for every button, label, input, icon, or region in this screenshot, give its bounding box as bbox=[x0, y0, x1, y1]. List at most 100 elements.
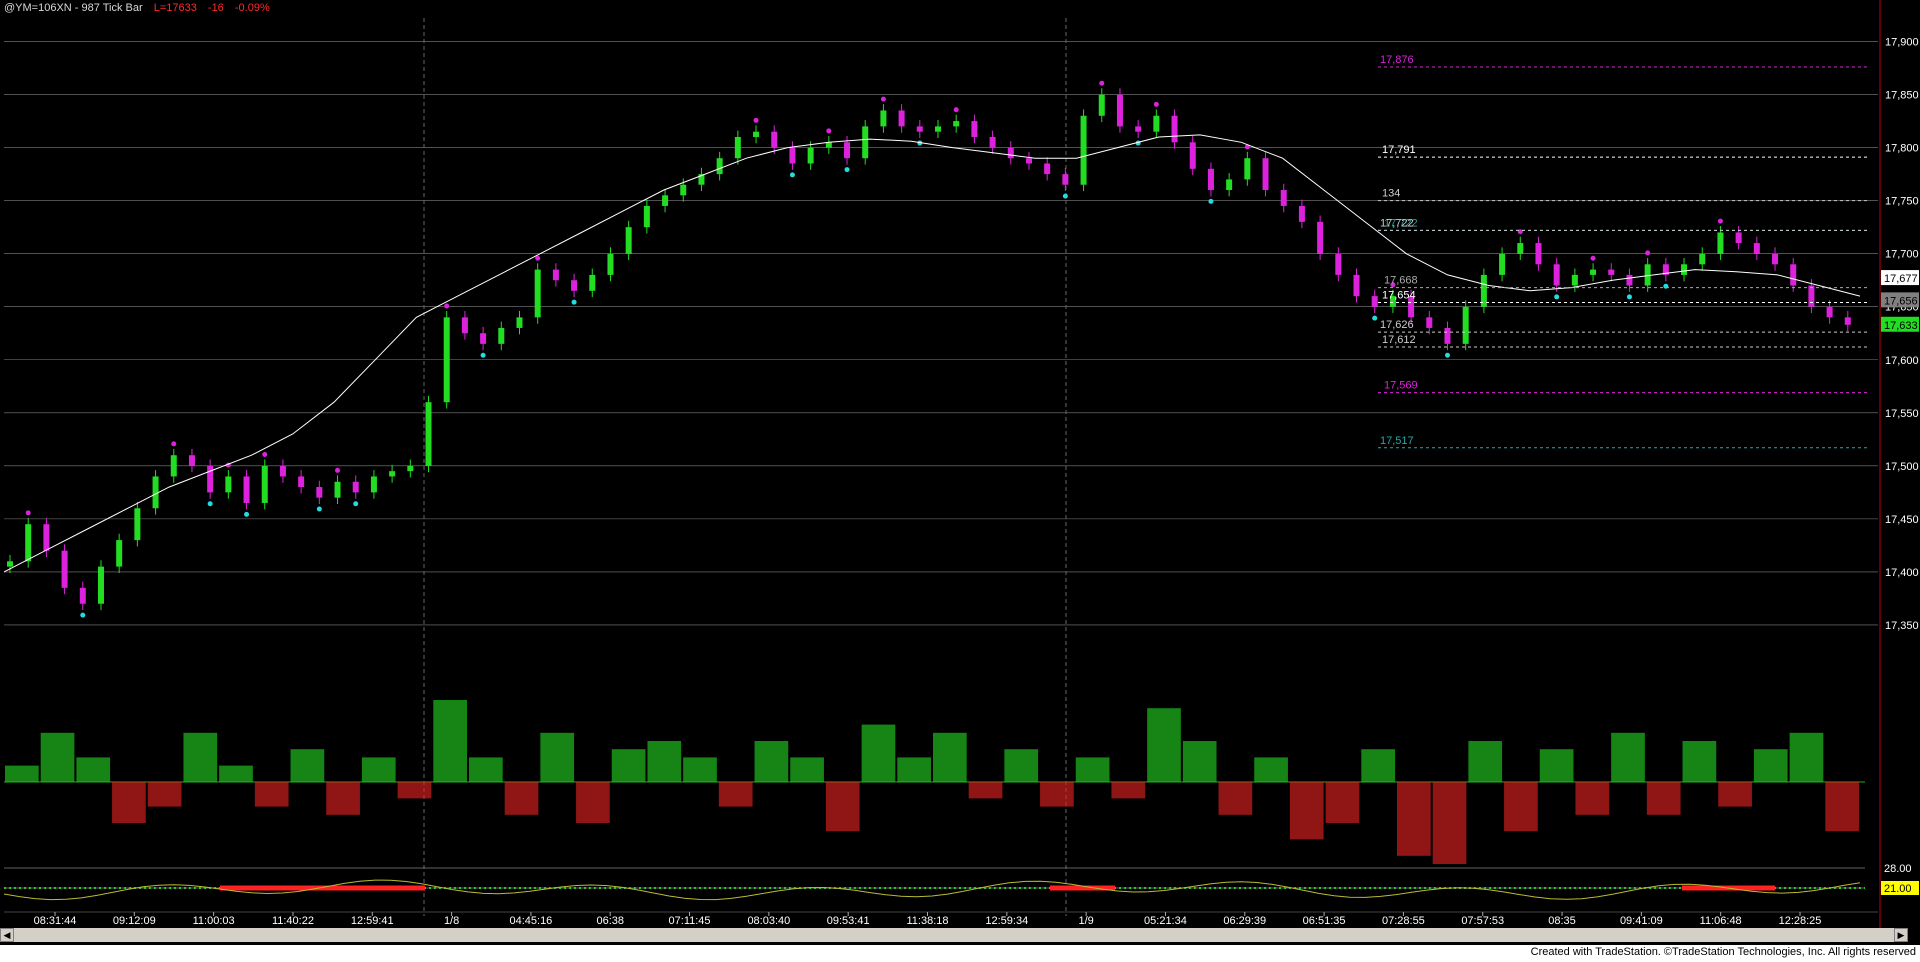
candle-69 bbox=[1262, 151, 1269, 197]
candle-81 bbox=[1480, 268, 1487, 314]
candle-79 bbox=[1444, 321, 1451, 351]
candle-body-30 bbox=[552, 269, 559, 281]
candle-body-14 bbox=[261, 465, 268, 503]
candle-body-72 bbox=[1317, 221, 1324, 254]
pivot-low-dot-17 bbox=[316, 506, 322, 512]
volume-bar-19 bbox=[683, 757, 717, 782]
candle-83 bbox=[1517, 236, 1524, 261]
candle-body-7 bbox=[134, 508, 141, 541]
candle-16 bbox=[298, 470, 305, 494]
y-tick-label-2: 17,800 bbox=[1885, 143, 1919, 155]
candle-66 bbox=[1207, 162, 1214, 197]
candle-46 bbox=[844, 135, 851, 165]
pivot-low-dot-19 bbox=[353, 501, 359, 507]
candle-34 bbox=[625, 220, 632, 261]
volume-bar-44 bbox=[1575, 782, 1610, 815]
triangle-right-icon[interactable]: ▶ bbox=[1894, 928, 1908, 942]
candle-5 bbox=[97, 560, 104, 611]
candle-61 bbox=[1116, 88, 1123, 133]
candle-body-97 bbox=[1772, 253, 1779, 265]
x-tick-label-19: 08:35 bbox=[1548, 915, 1576, 927]
candle-53 bbox=[971, 114, 978, 144]
volume-bar-41 bbox=[1468, 741, 1503, 782]
volume-bar-25 bbox=[897, 757, 931, 782]
candle-body-57 bbox=[1044, 163, 1051, 175]
volume-bar-51 bbox=[1825, 782, 1859, 832]
volume-bar-35 bbox=[1254, 757, 1288, 782]
volume-bar-13 bbox=[469, 757, 503, 782]
candle-body-101 bbox=[1844, 317, 1851, 325]
candle-86 bbox=[1571, 268, 1578, 292]
candle-36 bbox=[662, 188, 669, 213]
candle-body-63 bbox=[1153, 115, 1160, 132]
x-tick-label-4: 12:59:41 bbox=[351, 915, 394, 927]
volume-bar-4 bbox=[147, 782, 182, 807]
price-level-label-4: 17,654 bbox=[1382, 289, 1416, 301]
candle-96 bbox=[1753, 236, 1760, 261]
price-level-label-6: 17,626 bbox=[1380, 319, 1414, 331]
pivot-high-dot-52 bbox=[953, 107, 959, 113]
volume-bar-33 bbox=[1182, 741, 1217, 782]
candle-45 bbox=[825, 135, 832, 154]
candle-body-1 bbox=[25, 524, 32, 562]
volume-bar-15 bbox=[540, 732, 575, 782]
candle-body-64 bbox=[1171, 115, 1178, 143]
candle-48 bbox=[880, 104, 887, 133]
price-level-label-1: 17,791 bbox=[1382, 144, 1416, 156]
candle-17 bbox=[316, 480, 323, 505]
last-quote: L=17633 bbox=[153, 2, 197, 14]
candle-body-62 bbox=[1135, 126, 1142, 132]
net-change: -16 bbox=[207, 2, 224, 14]
candle-body-93 bbox=[1699, 253, 1706, 265]
price-chart[interactable]: 17,90017,85017,80017,75017,70017,65017,6… bbox=[0, 0, 1920, 962]
candle-body-65 bbox=[1189, 142, 1196, 169]
pivot-high-dot-1 bbox=[25, 510, 31, 516]
triangle-left-icon[interactable]: ◀ bbox=[0, 928, 14, 942]
candle-3 bbox=[61, 544, 68, 595]
y-tick-label-7: 17,550 bbox=[1885, 408, 1919, 420]
candle-body-86 bbox=[1571, 274, 1578, 286]
candle-39 bbox=[716, 151, 723, 181]
candle-body-46 bbox=[844, 142, 851, 159]
candle-body-56 bbox=[1025, 158, 1032, 164]
candle-body-100 bbox=[1826, 306, 1833, 318]
x-tick-label-9: 08:03:40 bbox=[747, 915, 790, 927]
candle-4 bbox=[79, 581, 86, 611]
candle-41 bbox=[753, 125, 760, 144]
volume-bar-49 bbox=[1753, 749, 1788, 782]
candle-body-53 bbox=[971, 121, 978, 137]
x-tick-label-8: 07:11:45 bbox=[669, 915, 711, 927]
volume-bar-23 bbox=[825, 782, 860, 832]
volume-bar-9 bbox=[326, 782, 360, 815]
pivot-low-dot-79 bbox=[1444, 352, 1450, 358]
horizontal-scrollbar[interactable]: ◀ ▶ bbox=[0, 928, 1908, 942]
volume-bar-0 bbox=[5, 765, 39, 782]
x-tick-label-1: 09:12:09 bbox=[113, 915, 156, 927]
candle-49 bbox=[898, 104, 905, 133]
volume-bar-18 bbox=[647, 741, 682, 782]
candle-25 bbox=[461, 310, 468, 340]
candle-body-99 bbox=[1808, 285, 1815, 307]
volume-bar-47 bbox=[1682, 741, 1717, 782]
candle-13 bbox=[243, 470, 250, 510]
symbol-label: @YM=106XN - 987 Tick Bar bbox=[4, 2, 143, 14]
candle-body-75 bbox=[1371, 296, 1378, 307]
candle-body-6 bbox=[116, 540, 123, 567]
volume-bar-27 bbox=[968, 782, 1003, 799]
candle-body-83 bbox=[1517, 243, 1524, 254]
volume-bar-24 bbox=[861, 724, 896, 782]
candle-31 bbox=[571, 273, 578, 298]
price-level-label-7: 17,612 bbox=[1382, 334, 1416, 346]
candle-100 bbox=[1826, 300, 1833, 324]
x-tick-label-14: 05:21:34 bbox=[1144, 915, 1187, 927]
candle-body-87 bbox=[1590, 269, 1597, 275]
volume-bar-38 bbox=[1361, 749, 1395, 782]
candle-body-21 bbox=[389, 471, 396, 477]
candle-body-52 bbox=[953, 121, 960, 127]
candle-body-31 bbox=[571, 280, 578, 291]
x-tick-label-5: 1/8 bbox=[444, 915, 459, 927]
candle-body-43 bbox=[789, 147, 796, 164]
candle-body-49 bbox=[898, 110, 905, 127]
pivot-high-dot-94 bbox=[1717, 218, 1723, 224]
candle-body-81 bbox=[1480, 274, 1487, 307]
